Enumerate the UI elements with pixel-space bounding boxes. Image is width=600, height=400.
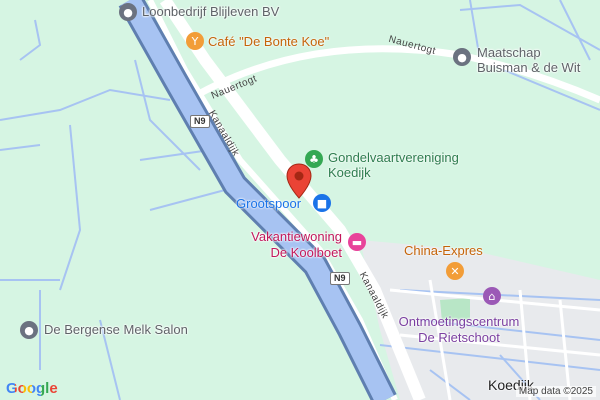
- poi-label-line: De Koolboet: [270, 245, 342, 260]
- shopping-bag-icon[interactable]: ■: [313, 194, 331, 212]
- bed-icon[interactable]: ▬: [348, 233, 366, 251]
- poi-de-bergense-melk-salon[interactable]: De Bergense Melk Salon: [44, 322, 188, 337]
- route-shield-n9: N9: [330, 272, 350, 285]
- poi-ontmoetingscentrum-de-rietschoot[interactable]: Ontmoetingscentrum De Rietschoot: [389, 314, 529, 346]
- poi-label-line: Koedijk: [328, 165, 371, 180]
- poi-label-line: Maatschap: [477, 45, 541, 60]
- poi-maatschap-buisman[interactable]: Maatschap Buisman & de Wit: [477, 45, 580, 75]
- poi-grootspoor[interactable]: Grootspoor: [236, 196, 301, 211]
- poi-label-line: Vakantiewoning: [251, 229, 342, 244]
- map-pin-circle-icon[interactable]: ●: [119, 3, 137, 21]
- fork-knife-icon[interactable]: ✕: [446, 262, 464, 280]
- poi-china-expres[interactable]: China-Expres: [404, 243, 483, 258]
- map-pin-circle-icon[interactable]: ●: [20, 321, 38, 339]
- poi-gondelvaartvereniging[interactable]: Gondelvaartvereniging Koedijk: [328, 150, 459, 180]
- poi-label-line: Gondelvaartvereniging: [328, 150, 459, 165]
- community-center-icon[interactable]: ⌂: [483, 287, 501, 305]
- cocktail-icon[interactable]: Y: [186, 32, 204, 50]
- poi-loonbedrijf-blijleven[interactable]: Loonbedrijf Blijleven BV: [142, 4, 279, 19]
- map-view[interactable]: Nauertogt Nauertogt Kanaaldijk Kanaaldij…: [0, 0, 600, 400]
- route-shield-n9: N9: [190, 115, 210, 128]
- poi-label-line: De Rietschoot: [418, 330, 500, 345]
- map-attribution[interactable]: Map data ©2025: [515, 386, 596, 397]
- poi-cafe-de-bonte-koe[interactable]: Café "De Bonte Koe": [208, 34, 329, 49]
- google-logo[interactable]: Google: [6, 380, 58, 397]
- map-pin-circle-icon[interactable]: ●: [453, 48, 471, 66]
- poi-label-line: Buisman & de Wit: [477, 60, 581, 75]
- poi-vakantiewoning-de-koolboet[interactable]: Vakantiewoning De Koolboet: [240, 229, 342, 261]
- red-location-marker-icon[interactable]: [286, 163, 312, 199]
- google-logo-text: Google: [6, 380, 58, 397]
- poi-label-line: Ontmoetingscentrum: [398, 314, 520, 329]
